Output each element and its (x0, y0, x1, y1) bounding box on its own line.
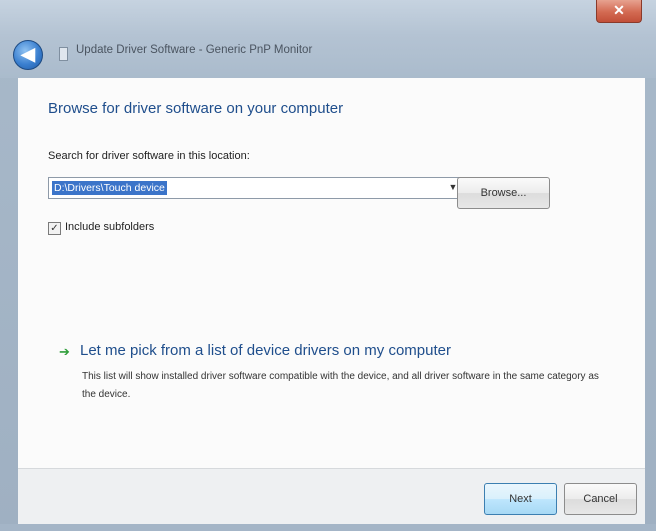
next-button[interactable]: Next (484, 483, 557, 515)
pick-from-list-description: This list will show installed driver sof… (82, 371, 599, 400)
device-icon (59, 47, 68, 61)
green-arrow-icon[interactable]: ➔ (59, 345, 70, 358)
browse-button[interactable]: Browse... (457, 177, 550, 209)
close-button[interactable]: ✕ (596, 0, 642, 23)
checkmark-icon: ✓ (50, 223, 59, 234)
cancel-button[interactable]: Cancel (564, 483, 637, 515)
window-title: Update Driver Software - Generic PnP Mon… (76, 44, 313, 56)
close-icon: ✕ (613, 2, 625, 18)
back-arrow-icon: ◀ (21, 44, 35, 64)
dialog-content: Browse for driver software on your compu… (18, 78, 645, 468)
include-subfolders-label[interactable]: Include subfolders (65, 221, 154, 233)
back-button[interactable]: ◀ (13, 40, 43, 70)
update-driver-window: ✕ ◀ Update Driver Software - Generic PnP… (0, 0, 656, 531)
title-bar: ✕ ◀ Update Driver Software - Generic PnP… (0, 0, 656, 78)
page-heading: Browse for driver software on your compu… (48, 100, 344, 117)
path-value[interactable]: D:\Drivers\Touch device (52, 181, 167, 195)
include-subfolders-checkbox[interactable]: ✓ (48, 222, 61, 235)
path-combobox[interactable]: D:\Drivers\Touch device ▼ (48, 177, 463, 199)
window-bottom-border (0, 524, 656, 531)
dialog-footer: Next Cancel (18, 468, 645, 525)
pick-from-list-link[interactable]: Let me pick from a list of device driver… (80, 342, 451, 359)
search-location-label: Search for driver software in this locat… (48, 150, 250, 162)
